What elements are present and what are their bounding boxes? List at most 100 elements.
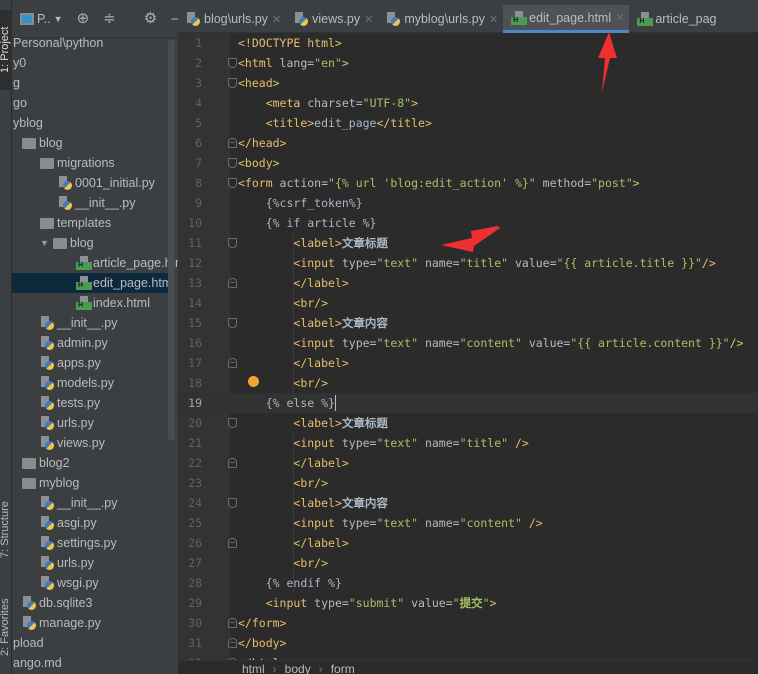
editor-tab[interactable]: article_pag [629,5,721,33]
minimize-icon[interactable]: — [171,11,178,26]
code-line[interactable]: 15 <label>文章内容 [178,313,758,333]
tree-item[interactable]: models.py [40,373,114,393]
tree-item[interactable]: myblog [22,473,79,493]
code-line[interactable]: 2 <html lang="en"> [178,53,758,73]
code-line[interactable]: 26 − </label> [178,533,758,553]
tree-item[interactable]: db.sqlite3 [22,593,93,613]
tree-item[interactable]: urls.py [40,553,94,573]
fold-marker-icon[interactable] [228,318,237,328]
code-line[interactable]: 13 − </label> [178,273,758,293]
tree-item[interactable]: article_page.html [76,253,178,273]
code-line[interactable]: 10 {% if article %} [178,213,758,233]
code-line[interactable]: 20 <label>文章标题 [178,413,758,433]
tree-item[interactable]: index.html [76,293,150,313]
tree-item[interactable]: blog2 [22,453,70,473]
tree-item[interactable]: 0001_initial.py [58,173,155,193]
structure-tool-tab[interactable]: 7: Structure [0,495,12,565]
tree-item[interactable]: __init__.py [40,493,117,513]
code-line[interactable]: 17 − </label> [178,353,758,373]
code-line[interactable]: 1 <!DOCTYPE html> [178,33,758,53]
tree-item[interactable]: admin.py [40,333,108,353]
close-icon[interactable]: ✕ [364,13,373,26]
tree-item[interactable]: g [13,73,20,93]
fold-marker-icon[interactable] [228,418,237,428]
lightbulb-icon[interactable] [248,376,259,387]
code-line[interactable]: 22 − </label> [178,453,758,473]
tree-item[interactable]: apps.py [40,353,101,373]
fold-marker-icon[interactable]: − [228,538,237,548]
tree-item[interactable]: templates [40,213,111,233]
code-line[interactable]: 28 {% endif %} [178,573,758,593]
code-line[interactable]: 12 <input type="text" name="title" value… [178,253,758,273]
gear-icon[interactable]: ⚙ [144,11,157,26]
fold-marker-icon[interactable] [228,238,237,248]
tree-item[interactable]: y0 [13,53,26,73]
code-line[interactable]: 16 <input type="text" name="content" val… [178,333,758,353]
fold-marker-icon[interactable] [228,158,237,168]
code-line[interactable]: 31 − </body> [178,633,758,653]
code-line[interactable]: 32−</html> [178,653,758,660]
collapse-icon[interactable]: ≑ [103,11,116,26]
favorites-tool-tab[interactable]: 2: Favorites [0,595,12,660]
editor-tab[interactable]: myblog\urls.py ✕ [378,5,503,33]
expand-arrow-icon[interactable]: ▼ [40,233,50,253]
tree-item[interactable]: views.py [40,433,105,453]
tree-item[interactable]: wsgi.py [40,573,99,593]
tree-item[interactable]: Personal\python [13,33,103,53]
tree-item[interactable]: pload [13,633,44,653]
tree-item[interactable]: __init__.py [58,193,135,213]
code-line[interactable]: 19 {% else %} [178,393,758,413]
code-line[interactable]: 11 <label>文章标题 [178,233,758,253]
tree-item[interactable]: edit_page.html [12,273,175,293]
fold-marker-icon[interactable]: − [228,278,237,288]
code-line[interactable]: 9 {%csrf_token%} [178,193,758,213]
code-line[interactable]: 6 − </head> [178,133,758,153]
code-line[interactable]: 3 <head> [178,73,758,93]
locate-icon[interactable]: ⊕ [77,11,90,26]
tree-item[interactable]: tests.py [40,393,100,413]
editor-tab[interactable]: views.py ✕ [286,5,378,33]
fold-marker-icon[interactable] [228,498,237,508]
tree-item[interactable]: yblog [13,113,43,133]
code-line[interactable]: 30 − </form> [178,613,758,633]
tree-item[interactable]: __init__.py [40,313,117,333]
tree-item[interactable]: manage.py [22,613,101,633]
sidebar-scrollbar[interactable] [168,40,175,440]
tree-item[interactable]: go [13,93,27,113]
fold-marker-icon[interactable] [228,78,237,88]
code-line[interactable]: 21 <input type="text" name="title" /> [178,433,758,453]
code-line[interactable]: 14 <br/> [178,293,758,313]
tree-item[interactable]: ango.md [13,653,62,673]
code-line[interactable]: 5 <title>edit_page</title> [178,113,758,133]
fold-marker-icon[interactable]: − [228,638,237,648]
code-line[interactable]: 4 <meta charset="UTF-8"> [178,93,758,113]
code-line[interactable]: 8 <form action="{% url 'blog:edit_action'… [178,173,758,193]
code-line[interactable]: 25 <input type="text" name="content" /> [178,513,758,533]
breadcrumb-item[interactable]: html [242,661,265,674]
tree-item[interactable]: blog [22,133,63,153]
editor-tab[interactable]: blog\urls.py ✕ [178,5,286,33]
code-line[interactable]: 29 <input type="submit" value="提交"> [178,593,758,613]
fold-marker-icon[interactable]: − [228,358,237,368]
breadcrumb-item[interactable]: form [331,661,355,674]
fold-marker-icon[interactable]: − [228,138,237,148]
code-line[interactable]: 7 <body> [178,153,758,173]
tree-item[interactable]: migrations [40,153,115,173]
fold-marker-icon[interactable]: − [228,458,237,468]
breadcrumb-item[interactable]: body [285,661,311,674]
tree-item[interactable]: settings.py [40,533,117,553]
close-icon[interactable]: ✕ [615,11,624,24]
tree-item[interactable]: urls.py [40,413,94,433]
code-line[interactable]: 23 <br/> [178,473,758,493]
code-line[interactable]: 18 <br/> [178,373,758,393]
project-tool-tab[interactable]: 1: Project [0,10,12,90]
fold-marker-icon[interactable] [228,178,237,188]
editor-tab[interactable]: edit_page.html✕ [503,5,630,33]
project-view-selector[interactable]: P.. ▼ [20,12,63,26]
fold-marker-icon[interactable]: − [228,618,237,628]
code-line[interactable]: 24 <label>文章内容 [178,493,758,513]
close-icon[interactable]: ✕ [489,13,498,26]
tree-item[interactable]: asgi.py [40,513,97,533]
code-editor[interactable]: 1 <!DOCTYPE html> 2 <html lang="en"> 3 <head>… [178,33,758,660]
close-icon[interactable]: ✕ [272,13,281,26]
